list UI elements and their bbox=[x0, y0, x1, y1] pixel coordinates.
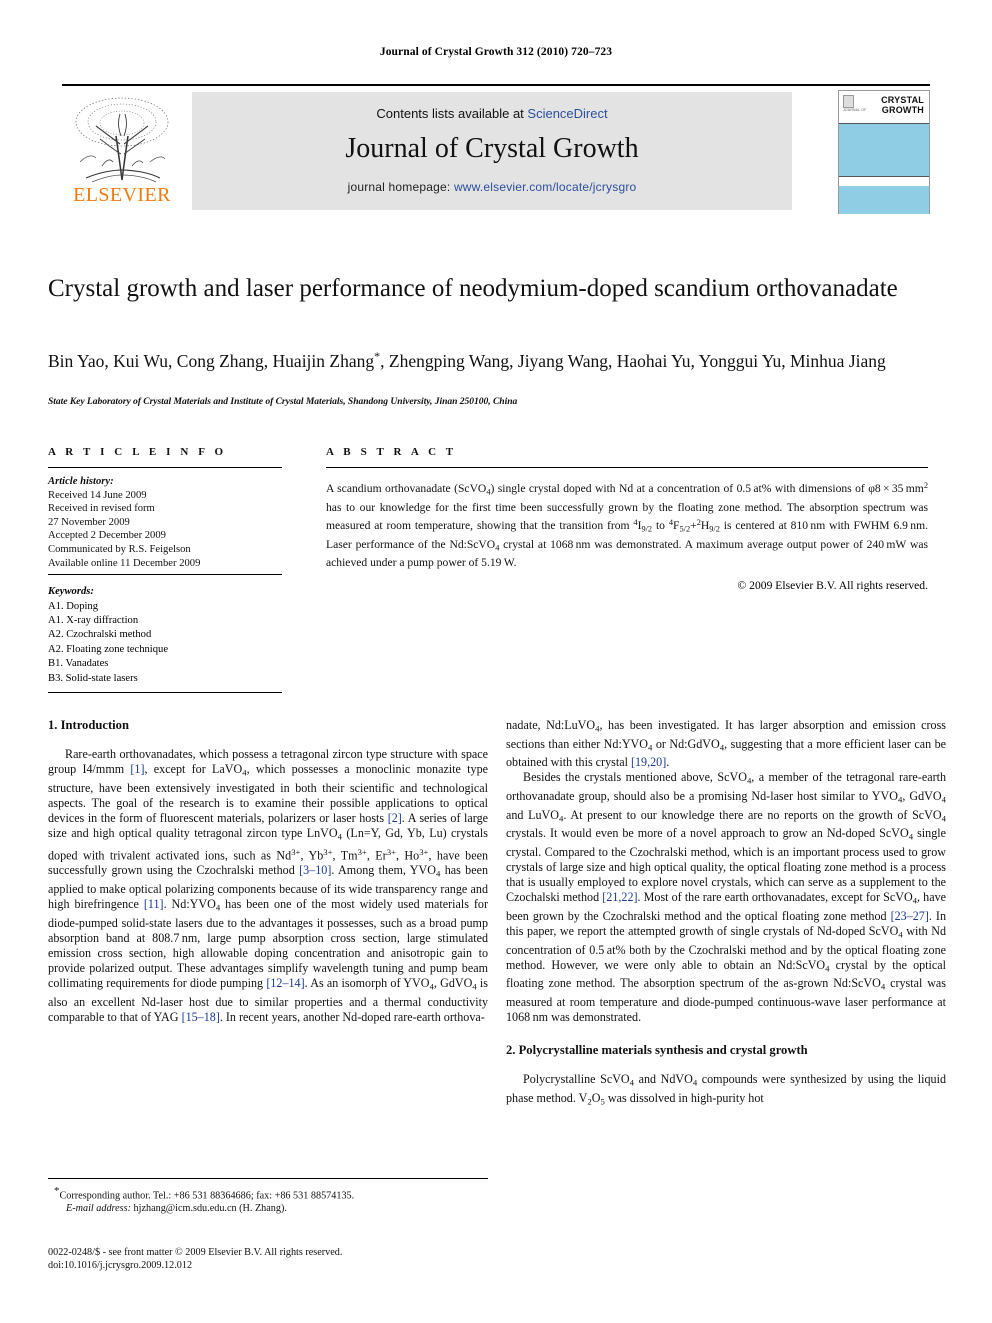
citation-23-27[interactable]: [23–27] bbox=[891, 909, 929, 923]
elsevier-logo: ELSEVIER bbox=[62, 92, 184, 216]
elsevier-wordmark: ELSEVIER bbox=[73, 184, 171, 206]
sciencedirect-link[interactable]: ScienceDirect bbox=[527, 106, 607, 121]
history-item: Available online 11 December 2009 bbox=[48, 557, 201, 569]
author-list: Bin Yao, Kui Wu, Cong Zhang, Huaijin Zha… bbox=[48, 349, 886, 371]
corresponding-author-footnote: *Corresponding author. Tel.: +86 531 883… bbox=[48, 1178, 488, 1215]
keyword-item: A2. Czochralski method bbox=[48, 629, 152, 641]
cover-header: JOURNAL OF CRYSTAL GROWTH bbox=[839, 91, 929, 124]
running-head: Journal of Crystal Growth 312 (2010) 720… bbox=[379, 46, 613, 58]
paragraph-introduction: Rare-earth orthovanadates, which possess… bbox=[48, 747, 489, 1025]
keyword-item: B1. Vanadates bbox=[48, 658, 109, 670]
keyword-item: A2. Floating zone technique bbox=[48, 643, 169, 655]
footer-imprint: 0022-0248/$ - see front matter © 2009 El… bbox=[48, 1246, 568, 1273]
keyword-item: A1. Doping bbox=[48, 600, 99, 612]
homepage-prefix: journal homepage: bbox=[347, 180, 454, 194]
history-item: Accepted 2 December 2009 bbox=[48, 530, 166, 542]
elsevier-tree-icon bbox=[66, 92, 178, 188]
citation-11[interactable]: [11] bbox=[144, 897, 164, 911]
article-info-block: A R T I C L E I N F O Article history: R… bbox=[48, 446, 282, 693]
keywords-block: Keywords: A1. Doping A1. X-ray diffracti… bbox=[48, 575, 282, 686]
page-title: Crystal growth and laser performance of … bbox=[48, 275, 898, 302]
paragraph-introduction-cont: nadate, Nd:LuVO4, has been investigated.… bbox=[506, 718, 947, 770]
section-heading-introduction: 1. Introduction bbox=[48, 718, 129, 732]
journal-title: Journal of Crystal Growth bbox=[345, 133, 639, 164]
citation-12-14[interactable]: [12–14] bbox=[266, 976, 304, 990]
history-item: 27 November 2009 bbox=[48, 516, 130, 528]
keywords-label: Keywords: bbox=[48, 586, 94, 598]
keyword-item: B3. Solid-state lasers bbox=[48, 672, 138, 684]
history-item: Received in revised form bbox=[48, 503, 155, 515]
paper-page: Journal of Crystal Growth 312 (2010) 720… bbox=[0, 0, 992, 1323]
abstract-text: A scandium orthovanadate (ScVO4) single … bbox=[326, 481, 928, 570]
corresponding-author-text: Corresponding author. Tel.: +86 531 8836… bbox=[59, 1190, 355, 1202]
abstract-heading: A B S T R A C T bbox=[326, 446, 457, 458]
email-address[interactable]: hjzhang@icm.sdu.edu.cn (H. Zhang). bbox=[134, 1203, 287, 1214]
citation-3-10[interactable]: [3–10] bbox=[299, 863, 331, 877]
doi-line: doi:10.1016/j.jcrysgro.2009.12.012 bbox=[48, 1260, 193, 1272]
abstract-block: A B S T R A C T A scandium orthovanadate… bbox=[326, 446, 928, 592]
contents-available-line: Contents lists available at ScienceDirec… bbox=[192, 106, 792, 121]
journal-masthead: ELSEVIER Contents lists available at Sci… bbox=[62, 84, 930, 216]
cover-logo-caption: JOURNAL OF bbox=[843, 108, 867, 112]
paragraph-polycrystalline: Polycrystalline ScVO4 and NdVO4 compound… bbox=[506, 1072, 946, 1107]
paragraph-scvo4-motivation: Besides the crystals mentioned above, Sc… bbox=[506, 770, 947, 1025]
article-history: Article history: Received 14 June 2009 R… bbox=[48, 468, 282, 574]
homepage-url-link[interactable]: www.elsevier.com/locate/jcrysgro bbox=[454, 180, 636, 194]
article-history-label: Article history: bbox=[48, 476, 114, 487]
keyword-item: A1. X-ray diffraction bbox=[48, 614, 139, 626]
affiliation: State Key Laboratory of Crystal Material… bbox=[48, 396, 518, 407]
journal-homepage-line: journal homepage: www.elsevier.com/locat… bbox=[192, 180, 792, 194]
article-info-bottom-rule bbox=[48, 692, 282, 693]
history-item: Received 14 June 2009 bbox=[48, 489, 147, 501]
cover-emblem-icon bbox=[843, 95, 854, 108]
abstract-copyright: © 2009 Elsevier B.V. All rights reserved… bbox=[737, 579, 928, 593]
email-label: E-mail address: bbox=[66, 1203, 131, 1215]
citation-1[interactable]: [1] bbox=[130, 762, 144, 776]
article-info-heading: A R T I C L E I N F O bbox=[48, 446, 227, 458]
history-item: Communicated by R.S. Feigelson bbox=[48, 543, 191, 555]
citation-15-18[interactable]: [15–18] bbox=[182, 1010, 220, 1024]
contents-prefix: Contents lists available at bbox=[376, 106, 528, 121]
cover-image-band-lower bbox=[839, 186, 929, 214]
cover-image-band-upper bbox=[839, 124, 929, 177]
section-heading-polycrystalline: 2. Polycrystalline materials synthesis a… bbox=[506, 1043, 808, 1058]
body-column-right: nadate, Nd:LuVO4, has been investigated.… bbox=[506, 718, 946, 1110]
citation-2[interactable]: [2] bbox=[388, 811, 402, 825]
body-column-left: 1. Introduction Rare-earth orthovanadate… bbox=[48, 718, 488, 1025]
citation-21-22[interactable]: [21,22] bbox=[602, 890, 637, 904]
cover-name-line1: CRYSTAL bbox=[881, 95, 924, 105]
journal-cover-thumbnail: JOURNAL OF CRYSTAL GROWTH bbox=[838, 90, 930, 214]
cover-divider bbox=[839, 177, 929, 186]
cover-name-line2: GROWTH bbox=[881, 105, 924, 115]
citation-19-20[interactable]: [19,20] bbox=[631, 755, 666, 769]
cover-journal-name: CRYSTAL GROWTH bbox=[881, 95, 924, 115]
masthead-center-panel: Contents lists available at ScienceDirec… bbox=[192, 92, 792, 210]
issn-line: 0022-0248/$ - see front matter © 2009 El… bbox=[48, 1247, 343, 1258]
